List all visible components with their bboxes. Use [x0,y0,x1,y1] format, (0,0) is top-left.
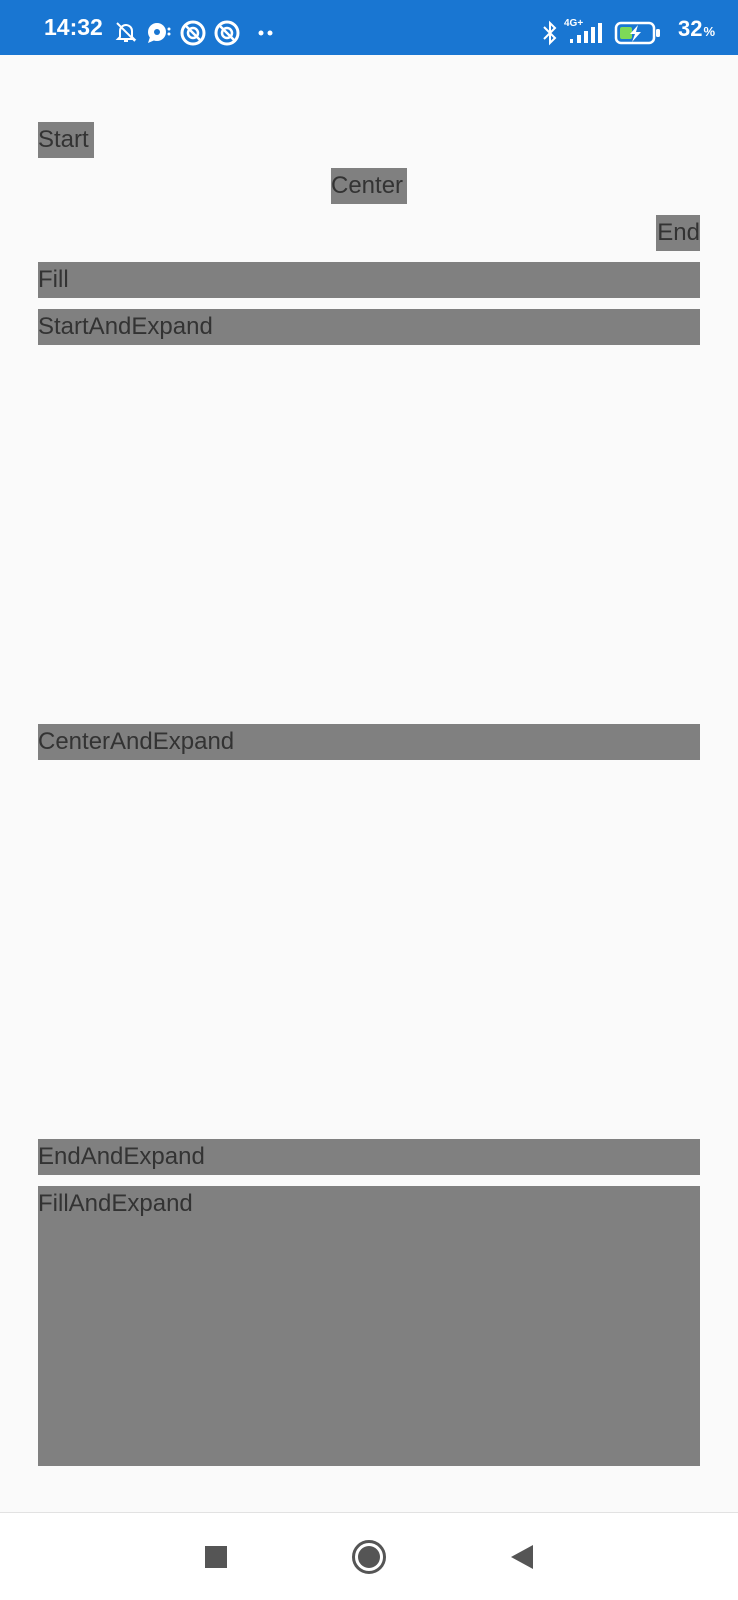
bell-off-icon [115,22,137,42]
label-end-and-expand: EndAndExpand [38,1139,700,1175]
home-button[interactable] [344,1532,394,1582]
status-bar: 14:32 4G+ 32% [0,0,738,55]
label-fill-and-expand: FillAndExpand [38,1186,700,1466]
label-fill: Fill [38,262,700,298]
more-dots-icon [258,30,273,36]
recents-icon [205,1546,227,1568]
battery-charging-icon [614,21,660,45]
label-end: End [656,215,700,251]
bluetooth-icon [543,20,557,46]
back-icon [511,1545,533,1569]
no-disturb-icon [180,20,206,46]
battery-percent-value: 32 [678,16,703,41]
recents-button[interactable] [191,1532,241,1582]
signal-icon [570,23,602,43]
battery-percent-unit: % [703,24,716,39]
navigation-bar [0,1512,738,1600]
layout-options-page: Start Center End Fill StartAndExpand Cen… [0,55,738,1512]
battery-percent: 32% [678,16,715,45]
label-start-and-expand: StartAndExpand [38,309,700,345]
home-icon [352,1540,386,1574]
label-start: Start [38,122,94,158]
chat-bubble-icon [148,23,171,43]
status-time: 14:32 [44,14,103,40]
no-disturb-icon [214,20,240,46]
label-center-and-expand: CenterAndExpand [38,724,700,760]
label-center: Center [331,168,407,204]
back-button[interactable] [497,1532,547,1582]
